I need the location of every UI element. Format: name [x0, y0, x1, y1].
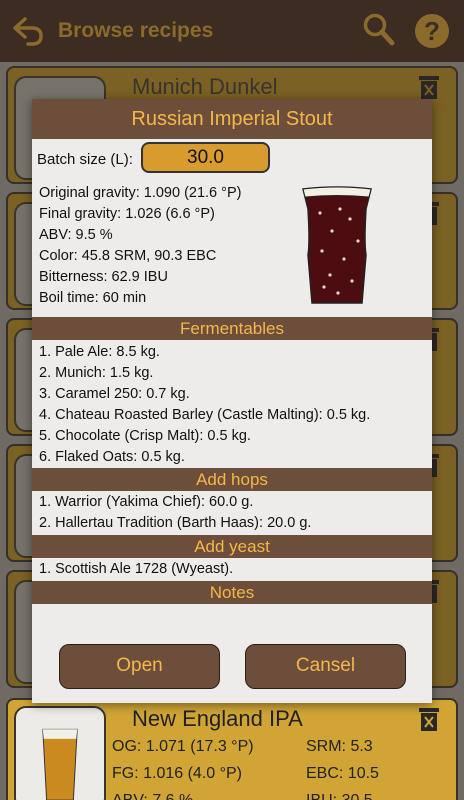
list-item: 4. Chateau Roasted Barley (Castle Maltin… — [39, 407, 371, 423]
yeast-header: Add yeast — [32, 535, 432, 558]
svg-text:?: ? — [424, 16, 440, 46]
recipe-card-new-england-ipa[interactable]: New England IPA OG: 1.071 (17.3 °P) FG: … — [6, 698, 458, 800]
batch-size-label: Batch size (L): — [37, 151, 133, 168]
og-stat: OG: 1.071 (17.3 °P) — [112, 738, 254, 755]
help-icon[interactable]: ? — [414, 13, 450, 49]
beer-thumbnail — [14, 706, 106, 800]
list-item: 1. Pale Ale: 8.5 kg. — [39, 344, 160, 360]
hops-header: Add hops — [32, 468, 432, 491]
list-item: 2. Hallertau Tradition (Barth Haas): 20.… — [39, 515, 312, 531]
list-item: 1. Warrior (Yakima Chief): 60.0 g. — [39, 494, 254, 510]
list-item: 1. Scottish Ale 1728 (Wyeast). — [39, 561, 234, 577]
pint-glass-icon — [42, 728, 78, 800]
srm-stat: SRM: 5.3 — [306, 738, 373, 755]
page-title: Browse recipes — [58, 19, 214, 42]
boil-time: Boil time: 60 min — [39, 290, 147, 306]
batch-size-input[interactable]: 30.0 — [141, 142, 270, 173]
recipe-dialog: Russian Imperial Stout Batch size (L): 3… — [32, 99, 432, 703]
notes-header: Notes — [32, 581, 432, 604]
abv-stat: ABV: 7.6 % — [112, 792, 193, 800]
list-item: 2. Munich: 1.5 kg. — [39, 365, 154, 381]
cancel-button[interactable]: Cansel — [245, 644, 406, 689]
ibu-stat: IBU: 30.5 — [306, 792, 373, 800]
list-item: 6. Flaked Oats: 0.5 kg. — [39, 449, 185, 465]
stout-glass-icon — [302, 186, 372, 304]
abv: ABV: 9.5 % — [39, 227, 113, 243]
delete-icon[interactable] — [418, 74, 440, 100]
list-item: 3. Caramel 250: 0.7 kg. — [39, 386, 190, 402]
recipe-stats: Original gravity: 1.090 (21.6 °P) Final … — [39, 183, 241, 309]
recipe-name: Munich Dunkel — [132, 74, 278, 99]
ebc-stat: EBC: 10.5 — [306, 765, 379, 782]
delete-icon[interactable] — [418, 706, 440, 732]
color: Color: 45.8 SRM, 90.3 EBC — [39, 248, 217, 264]
fermentables-list: 1. Pale Ale: 8.5 kg. 2. Munich: 1.5 kg. … — [32, 342, 432, 468]
final-gravity: Final gravity: 1.026 (6.6 °P) — [39, 206, 215, 222]
dialog-title: Russian Imperial Stout — [32, 99, 432, 139]
back-arrow-icon[interactable] — [12, 14, 44, 48]
hops-list: 1. Warrior (Yakima Chief): 60.0 g. 2. Ha… — [32, 492, 432, 534]
yeast-list: 1. Scottish Ale 1728 (Wyeast). — [32, 559, 432, 580]
list-item: 5. Chocolate (Crisp Malt): 0.5 kg. — [39, 428, 251, 444]
fg-stat: FG: 1.016 (4.0 °P) — [112, 765, 243, 782]
app-bar: Browse recipes ? — [0, 0, 464, 62]
open-button[interactable]: Open — [59, 644, 220, 689]
original-gravity: Original gravity: 1.090 (21.6 °P) — [39, 185, 242, 201]
fermentables-header: Fermentables — [32, 317, 432, 340]
batch-size-row: Batch size (L): 30.0 — [32, 139, 432, 179]
search-icon[interactable] — [362, 12, 396, 48]
bitterness: Bitterness: 62.9 IBU — [39, 269, 168, 285]
recipe-name: New England IPA — [132, 706, 303, 731]
